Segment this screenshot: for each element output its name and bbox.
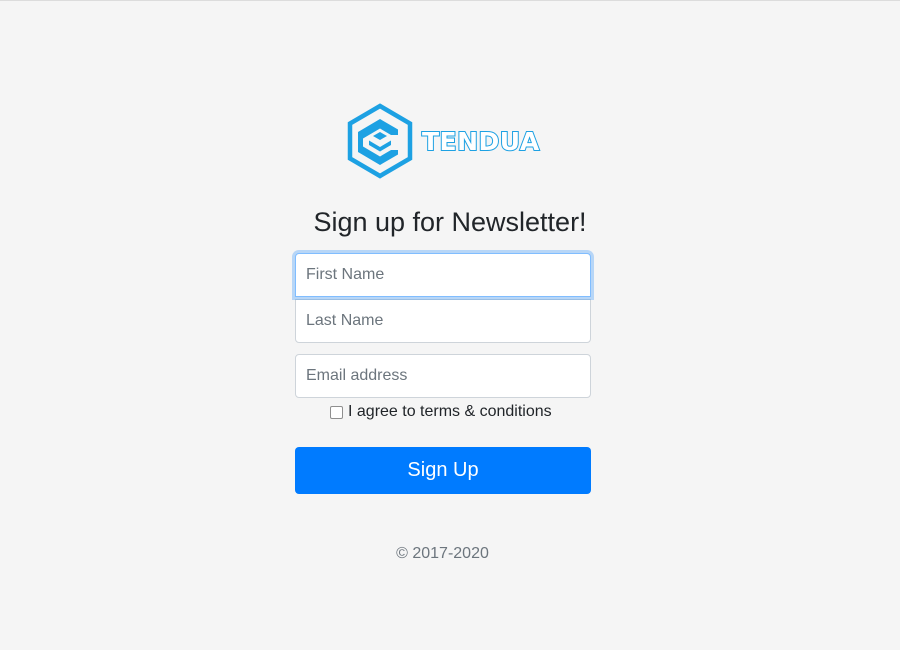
terms-checkbox[interactable] bbox=[330, 405, 343, 419]
brand-name: TENDUA bbox=[421, 126, 540, 157]
top-border bbox=[0, 0, 900, 1]
copyright-text: © 2017-2020 bbox=[396, 545, 489, 562]
terms-row[interactable]: I agree to terms & conditions bbox=[330, 402, 552, 422]
page-title: Sign up for Newsletter! bbox=[313, 207, 587, 237]
hexagon-e-logo-icon bbox=[347, 103, 413, 179]
sign-up-button[interactable]: Sign Up bbox=[295, 447, 591, 494]
last-name-field[interactable] bbox=[295, 299, 591, 343]
first-name-field[interactable] bbox=[295, 253, 591, 297]
email-field[interactable] bbox=[295, 354, 591, 398]
brand-logo: TENDUA bbox=[346, 103, 546, 181]
terms-label[interactable]: I agree to terms & conditions bbox=[348, 402, 552, 422]
